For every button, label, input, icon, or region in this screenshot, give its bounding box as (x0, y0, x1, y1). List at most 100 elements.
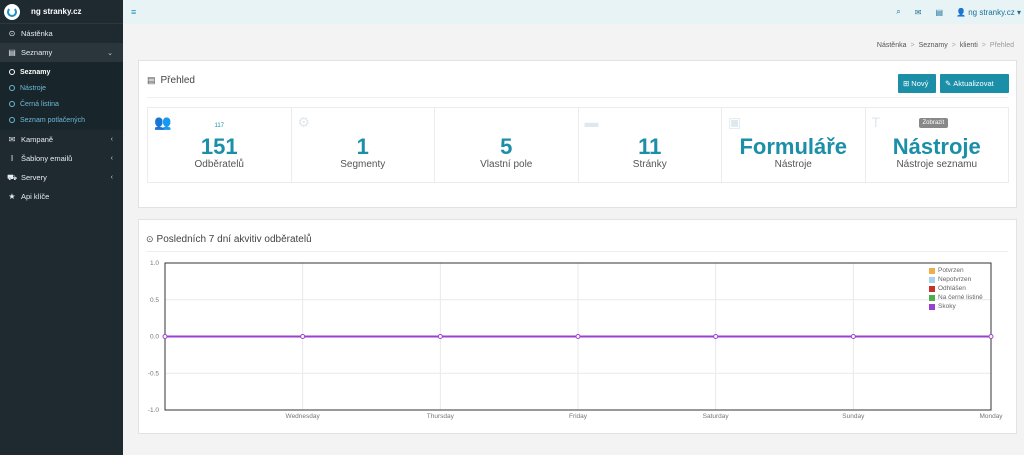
chevron-left-icon: ‹ (110, 136, 113, 143)
y-tick-label: 1.0 (150, 260, 159, 267)
brand-name: ng stranky.cz (31, 7, 82, 16)
user-name: ng stranky.cz (968, 7, 1015, 17)
topbar: ≡ ⌕ ✉ ▤ 👤 ng stranky.cz ▾ (123, 0, 1024, 24)
dashboard-icon: ⊙ (8, 29, 16, 38)
x-tick-label: Monday (979, 413, 1003, 420)
breadcrumb-separator: > (981, 42, 986, 49)
gear-icon: ⚙ (297, 114, 311, 130)
tooltip: Zobrazit (918, 118, 949, 128)
x-tick-label: Thursday (427, 413, 455, 420)
breadcrumb-item[interactable]: Nástěnka (877, 42, 907, 49)
menu-toggle-icon[interactable]: ≡ (131, 7, 136, 17)
legend-swatch (929, 303, 935, 310)
legend-swatch (929, 276, 935, 283)
sidebar-item-servers[interactable]: ⛟ Servery ‹ (0, 168, 123, 187)
chevron-left-icon: ‹ (110, 174, 113, 181)
sidebar-item-lists[interactable]: ▤ Seznamy ⌄ (0, 43, 123, 62)
stat-custom-fields[interactable]: 5 Vlastní pole (435, 108, 579, 182)
panel-title: ▤ Přehled (147, 75, 195, 86)
truck-icon: ⛟ (6, 172, 18, 182)
stat-pages[interactable]: ▬ 11 Stránky (579, 108, 722, 182)
caret-down-icon: ▾ (1016, 7, 1021, 17)
sidebar-item-campaigns[interactable]: ✉ Kampaně ‹ (0, 130, 123, 149)
user-icon: 👤 (956, 7, 966, 17)
breadcrumb-item[interactable]: Seznamy (919, 42, 948, 49)
sidebar-subitem-label: Nástroje (20, 84, 47, 92)
sidebar-item-label: Kampaně (21, 135, 54, 144)
chart-legend: Potvrzen Nepotvrzen Odhlášen Na černé listi… (929, 266, 983, 311)
x-tick-label: Wednesday (286, 413, 321, 420)
sidebar-subitem-lists[interactable]: Seznamy (0, 64, 123, 80)
legend-entry[interactable]: Nepotvrzen (929, 275, 983, 284)
sidebar-subitem-tools[interactable]: Nástroje (0, 80, 123, 96)
breadcrumb-item[interactable]: klienti (960, 42, 978, 49)
circle-icon (9, 85, 15, 91)
search-icon[interactable]: ⌕ (896, 7, 900, 17)
plus-icon: ⊞ (903, 79, 910, 88)
power-logo-icon (4, 3, 20, 20)
legend-label: Na černé listině (938, 294, 983, 301)
legend-entry[interactable]: Odhlášen (929, 284, 983, 293)
stat-value: Formuláře (739, 134, 848, 159)
breadcrumb-separator: > (951, 42, 956, 49)
circle-icon (9, 117, 15, 123)
sidebar-subitem-blacklist[interactable]: Černá listina (0, 96, 123, 112)
stat-label: Odběratelů (194, 159, 244, 170)
text-tool-icon: T (871, 114, 881, 130)
data-point (713, 334, 719, 339)
brand[interactable]: ng stranky.cz (0, 0, 123, 24)
chevron-left-icon: ‹ (110, 155, 113, 162)
update-button[interactable]: ✎ Aktualizovat (940, 74, 1009, 93)
stat-value: 5 (500, 134, 513, 159)
legend-entry[interactable]: Skoky (929, 302, 983, 311)
data-point (575, 334, 581, 339)
sidebar-item-templates[interactable]: Ⅰ Šablony emailů ‹ (0, 149, 123, 168)
topbar-actions: ⌕ ✉ ▤ 👤 ng stranky.cz ▾ (889, 7, 1021, 17)
data-point (437, 334, 443, 339)
stat-list-tools[interactable]: T Zobrazit Nástroje Nástroje seznamu (866, 108, 1009, 182)
x-tick-label: Sunday (842, 413, 865, 420)
chevron-down-icon: ⌄ (107, 49, 113, 57)
y-tick-label: 0.5 (150, 297, 159, 304)
template-icon: Ⅰ (10, 154, 14, 163)
stats-row: 👥 117 151 Odběratelů ⚙ 1 Segmenty 5 Vlas… (147, 107, 1009, 183)
data-point (162, 334, 168, 339)
sidebar-subitem-suppressed[interactable]: Seznam potlačených (0, 112, 123, 128)
legend-label: Nepotvrzen (938, 276, 972, 283)
sidebar-subitem-label: Seznam potlačených (20, 116, 85, 124)
star-icon: ★ (8, 192, 16, 201)
sidebar-subitem-label: Seznamy (20, 68, 51, 76)
sidebar-item-label: Šablony emailů (21, 154, 73, 163)
stat-forms[interactable]: ▣ Formuláře Nástroje (722, 108, 866, 182)
stat-label: Stránky (632, 159, 667, 170)
panel-title-text: Přehled (160, 75, 195, 86)
y-tick-label: 0.0 (150, 334, 159, 341)
user-menu[interactable]: 👤 ng stranky.cz ▾ (956, 8, 1021, 17)
envelope-icon[interactable]: ✉ (915, 8, 922, 17)
legend-swatch (929, 294, 935, 301)
legend-entry[interactable]: Na černé listině (929, 293, 983, 302)
sidebar-item-dashboard[interactable]: ⊙ Nástěnka (0, 24, 123, 43)
list-icon[interactable]: ▤ (935, 8, 943, 17)
edit-icon: ✎ (945, 79, 952, 88)
legend-entry[interactable]: Potvrzen (929, 266, 983, 275)
breadcrumb-current: Přehled (989, 42, 1014, 49)
sidebar: ng stranky.cz ⊙ Nástěnka ▤ Seznamy ⌄ Sez… (0, 0, 123, 455)
stat-label: Nástroje (774, 159, 812, 170)
new-button[interactable]: ⊞ Nový (898, 74, 936, 93)
update-button-label: Aktualizovat (953, 79, 994, 88)
new-button-label: Nový (911, 79, 929, 88)
legend-label: Odhlášen (938, 285, 966, 292)
overview-panel: ▤ Přehled ⊞ Nový ✎ Aktualizovat 👥 117 15… (138, 60, 1017, 208)
stat-segments[interactable]: ⚙ 1 Segmenty (292, 108, 435, 182)
legend-swatch (929, 285, 935, 292)
legend-swatch (929, 267, 935, 274)
forms-icon: ▣ (728, 114, 742, 130)
breadcrumb-separator: > (910, 42, 915, 49)
stat-subscribers[interactable]: 👥 117 151 Odběratelů (148, 108, 292, 182)
sidebar-item-api-keys[interactable]: ★ Api klíče (0, 187, 123, 206)
breadcrumb: Nástěnka > Seznamy > klienti > Přehled (877, 42, 1014, 49)
data-point (988, 334, 994, 339)
stat-value: 11 (638, 134, 662, 159)
sidebar-item-label: Nástěnka (21, 29, 53, 38)
